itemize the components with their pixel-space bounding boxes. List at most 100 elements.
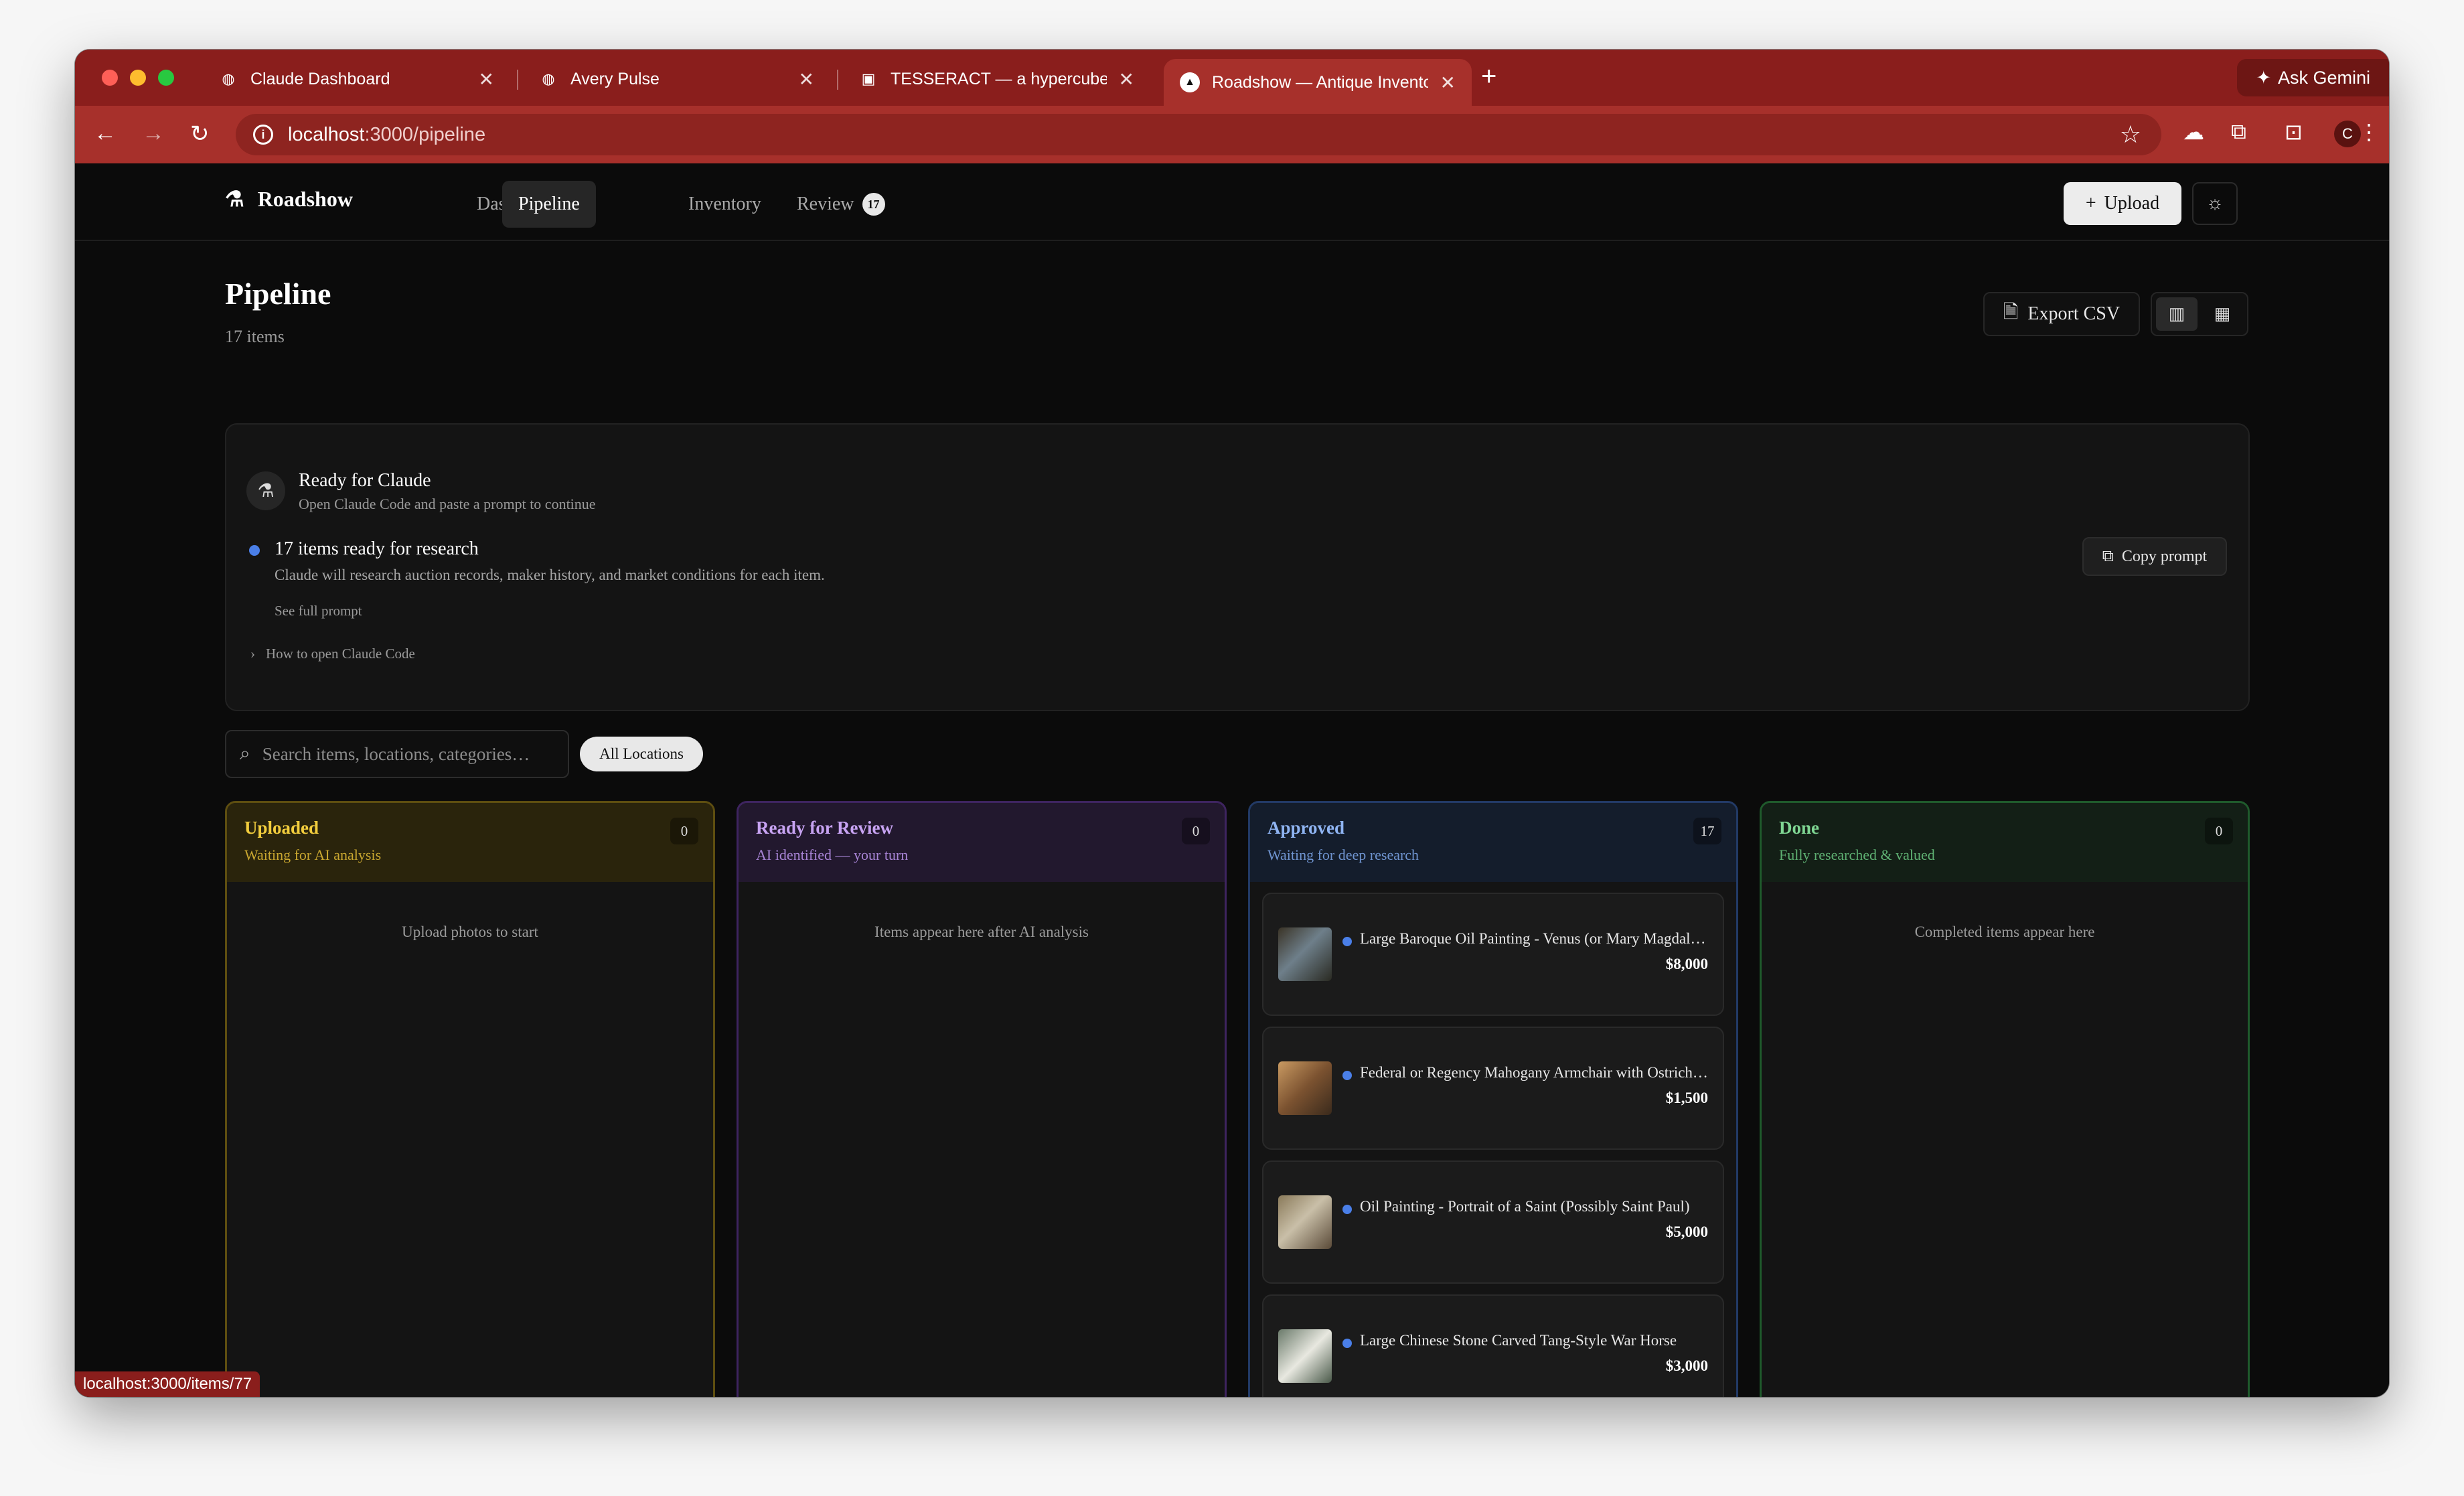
file-icon: 🗎 <box>2003 302 2019 323</box>
nav-review[interactable]: Review 17 <box>781 181 901 228</box>
close-icon[interactable]: ✕ <box>479 68 494 90</box>
tab-title: Avery Pulse <box>570 69 660 88</box>
column-subtitle: Fully researched & valued <box>1779 846 1935 863</box>
grid-view-icon[interactable]: ▦ <box>2202 297 2243 331</box>
empty-state: Completed items appear here <box>1914 923 2095 940</box>
ask-gemini-label: Ask Gemini <box>2277 67 2370 88</box>
column-subtitle: AI identified — your turn <box>756 846 909 863</box>
see-full-prompt-link[interactable]: See full prompt <box>275 603 362 619</box>
tab-tesseract[interactable]: ▣ TESSERACT — a hypercube y ✕ <box>842 59 1150 99</box>
item-price: $5,000 <box>1665 1223 1708 1240</box>
browser-window: ◍ Claude Dashboard ✕ ◍ Avery Pulse ✕ ▣ T… <box>75 50 2389 1397</box>
status-dot <box>1342 1205 1352 1214</box>
column-subtitle: Waiting for deep research <box>1267 846 1419 863</box>
cast-icon[interactable]: ⊡ <box>2285 119 2303 145</box>
close-window-button[interactable] <box>102 70 118 86</box>
minimize-window-button[interactable] <box>130 70 146 86</box>
nav-pipeline-label: Pipeline <box>518 194 580 214</box>
nav-pipeline[interactable]: Pipeline <box>502 181 596 228</box>
site-info-icon[interactable]: i <box>253 125 273 145</box>
copy-prompt-label: Copy prompt <box>2121 547 2208 565</box>
close-icon[interactable]: ✕ <box>1440 72 1456 94</box>
export-csv-button[interactable]: 🗎 Export CSV <box>1983 292 2140 336</box>
column-header: Ready for Review AI identified — your tu… <box>739 803 1225 882</box>
column-uploaded: Uploaded Waiting for AI analysis 0 Uploa… <box>225 801 715 1397</box>
extension-blob-icon[interactable]: ☁ <box>2183 119 2204 145</box>
browser-toolbar: ← → ↻ i localhost:3000/pipeline ☆ ☁ ⧉ ⊡ … <box>75 106 2389 163</box>
plus-icon: + <box>2085 193 2096 214</box>
item-thumbnail <box>1278 1329 1332 1383</box>
column-count: 0 <box>1182 818 1210 844</box>
column-title: Approved <box>1267 818 1345 838</box>
tab-strip: ◍ Claude Dashboard ✕ ◍ Avery Pulse ✕ ▣ T… <box>75 50 2389 106</box>
item-thumbnail <box>1278 1195 1332 1249</box>
back-icon[interactable]: ← <box>94 121 117 147</box>
column-approved: Approved Waiting for deep research 17 La… <box>1248 801 1738 1397</box>
tab-claude-dashboard[interactable]: ◍ Claude Dashboard ✕ <box>202 59 510 99</box>
column-title: Uploaded <box>244 818 319 838</box>
item-title: Oil Painting - Portrait of a Saint (Poss… <box>1360 1198 1690 1215</box>
search-icon: ⌕ <box>240 743 250 764</box>
upload-button[interactable]: + Upload <box>2064 182 2181 225</box>
item-count: 17 items <box>225 327 285 346</box>
profile-avatar[interactable]: C <box>2334 121 2361 147</box>
tab-title: Roadshow — Antique Invento <box>1212 72 1428 92</box>
location-filter[interactable]: All Locations <box>580 737 703 771</box>
forward-icon[interactable]: → <box>142 121 165 147</box>
status-dot <box>249 545 260 556</box>
nav-inventory[interactable]: Inventory <box>672 181 777 228</box>
address-bar[interactable]: i localhost:3000/pipeline ☆ <box>236 114 2161 155</box>
how-to-open-toggle[interactable]: › How to open Claude Code <box>250 646 415 662</box>
item-title: Federal or Regency Mahogany Armchair wit… <box>1360 1064 1708 1081</box>
status-dot <box>1342 1339 1352 1348</box>
reload-icon[interactable]: ↻ <box>190 121 210 147</box>
review-count-badge: 17 <box>862 193 885 216</box>
research-description: Claude will research auction records, ma… <box>275 567 825 583</box>
cube-icon: ▣ <box>861 70 876 87</box>
brand-name: Roadshow <box>257 186 353 211</box>
column-count: 0 <box>670 818 698 844</box>
maximize-window-button[interactable] <box>158 70 174 86</box>
claude-card-subtitle: Open Claude Code and paste a prompt to c… <box>299 496 596 512</box>
item-thumbnail <box>1278 1061 1332 1115</box>
item-card[interactable]: Large Baroque Oil Painting - Venus (or M… <box>1262 893 1724 1016</box>
url-path: :3000/pipeline <box>364 123 486 145</box>
sun-icon: ☼ <box>2206 193 2224 214</box>
copy-prompt-button[interactable]: ⧉ Copy prompt <box>2082 537 2227 576</box>
item-price: $3,000 <box>1665 1357 1708 1374</box>
copy-icon: ⧉ <box>2102 547 2114 565</box>
item-card[interactable]: Federal or Regency Mahogany Armchair wit… <box>1262 1027 1724 1150</box>
item-price: $8,000 <box>1665 956 1708 972</box>
new-tab-button[interactable]: + <box>1481 62 1496 92</box>
theme-toggle-button[interactable]: ☼ <box>2192 182 2238 225</box>
columns-view-icon[interactable]: ▥ <box>2156 297 2198 331</box>
export-label: Export CSV <box>2027 303 2121 324</box>
more-menu-icon[interactable]: ⋮ <box>2358 119 2380 145</box>
column-title: Done <box>1779 818 1819 838</box>
item-card[interactable]: Large Chinese Stone Carved Tang-Style Wa… <box>1262 1294 1724 1397</box>
claude-prompt-card: ⚗ Ready for Claude Open Claude Code and … <box>225 423 2250 711</box>
nav-review-label: Review <box>797 194 854 214</box>
ask-gemini-button[interactable]: ✦ Ask Gemini <box>2237 59 2389 96</box>
bookmark-star-icon[interactable]: ☆ <box>2120 121 2141 149</box>
close-icon[interactable]: ✕ <box>1119 68 1134 90</box>
flask-icon: ⚗ <box>225 187 244 211</box>
search-box: ⌕ <box>225 730 569 778</box>
column-ready-for-review: Ready for Review AI identified — your tu… <box>737 801 1227 1397</box>
extensions-puzzle-icon[interactable]: ⧉ <box>2231 119 2246 145</box>
search-input[interactable] <box>262 743 544 765</box>
brand[interactable]: ⚗ Roadshow <box>225 186 353 212</box>
upload-label: Upload <box>2104 193 2160 214</box>
how-to-label: How to open Claude Code <box>266 646 415 662</box>
tab-avery-pulse[interactable]: ◍ Avery Pulse ✕ <box>522 59 830 99</box>
status-bar-url: localhost:3000/items/77 <box>75 1371 260 1397</box>
tab-title: TESSERACT — a hypercube y <box>891 69 1107 88</box>
chevron-right-icon: › <box>250 646 255 662</box>
close-icon[interactable]: ✕ <box>799 68 814 90</box>
column-title: Ready for Review <box>756 818 893 838</box>
tab-roadshow[interactable]: ▲ Roadshow — Antique Invento ✕ <box>1164 59 1472 106</box>
top-nav: ⚗ Roadshow Dashboard Pipeline Inventory … <box>75 163 2389 241</box>
flask-icon: ⚗ <box>246 471 285 510</box>
item-card[interactable]: Oil Painting - Portrait of a Saint (Poss… <box>1262 1161 1724 1284</box>
tab-title: Claude Dashboard <box>250 69 390 88</box>
